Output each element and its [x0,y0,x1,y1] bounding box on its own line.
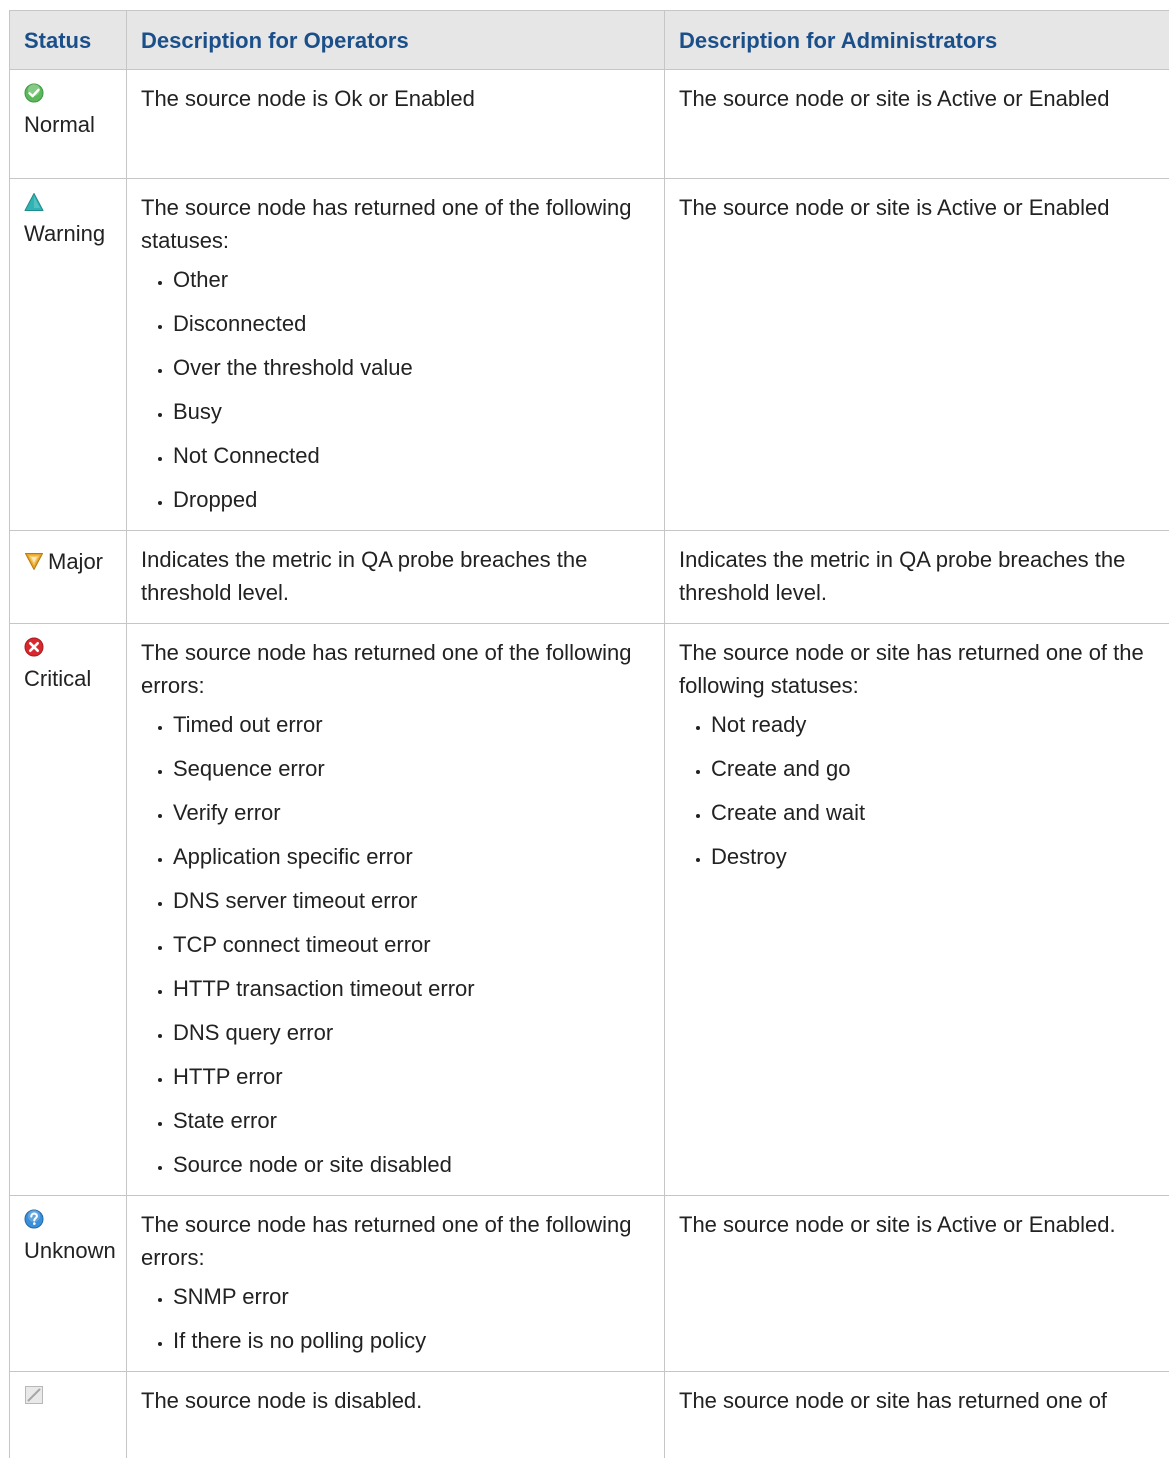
table-row: Critical The source node has returned on… [10,624,1169,1196]
disabled-slash-icon [24,1385,44,1405]
operators-cell: The source node has returned one of the … [127,179,665,531]
table-row: Warning The source node has returned one… [10,179,1169,531]
list-item: Other [173,263,650,296]
list-item: Verify error [173,796,650,829]
list-item: Not Connected [173,439,650,472]
warning-triangle-icon [24,192,44,212]
list-item: Destroy [711,840,1169,873]
operators-text: Indicates the metric in QA probe breache… [141,543,650,609]
list-item: Dropped [173,483,650,516]
operators-list: Timed out error Sequence error Verify er… [141,708,650,1181]
list-item: HTTP transaction timeout error [173,972,650,1005]
list-item: Over the threshold value [173,351,650,384]
list-item: Sequence error [173,752,650,785]
status-label: Critical [24,662,122,695]
list-item: Timed out error [173,708,650,741]
administrators-text: The source node or site has returned one… [679,1384,1169,1417]
list-item: Disconnected [173,307,650,340]
operators-text: The source node has returned one of the … [141,1208,650,1274]
list-item: Busy [173,395,650,428]
operators-cell: The source node is disabled. [127,1372,665,1458]
status-label: Unknown [24,1234,122,1267]
status-cell [10,1372,127,1458]
list-item: State error [173,1104,650,1137]
list-item: HTTP error [173,1060,650,1093]
operators-text: The source node is disabled. [141,1384,650,1417]
status-cell: Major [10,531,127,624]
status-cell: Critical [10,624,127,1196]
table-row: Major Indicates the metric in QA probe b… [10,531,1169,624]
normal-check-icon [24,83,44,103]
table-row: Normal The source node is Ok or Enabled … [10,70,1169,179]
table-row: The source node is disabled. The source … [10,1372,1169,1458]
list-item: If there is no polling policy [173,1324,650,1357]
operators-cell: The source node is Ok or Enabled [127,70,665,179]
status-label: Normal [24,108,122,141]
operators-cell: The source node has returned one of the … [127,1196,665,1372]
header-status: Status [10,11,127,70]
list-item: Application specific error [173,840,650,873]
table-row: Unknown The source node has returned one… [10,1196,1169,1372]
administrators-list: Not ready Create and go Create and wait … [679,708,1169,873]
operators-cell: The source node has returned one of the … [127,624,665,1196]
status-cell: Normal [10,70,127,179]
header-operators: Description for Operators [127,11,665,70]
administrators-text: The source node or site is Active or Ena… [679,82,1169,115]
administrators-cell: Indicates the metric in QA probe breache… [665,531,1169,624]
list-item: Create and go [711,752,1169,785]
administrators-text: The source node or site is Active or Ena… [679,191,1169,224]
administrators-cell: The source node or site is Active or Ena… [665,179,1169,531]
administrators-cell: The source node or site has returned one… [665,1372,1169,1458]
status-label: Warning [24,217,122,250]
administrators-text: Indicates the metric in QA probe breache… [679,543,1169,609]
list-item: Not ready [711,708,1169,741]
list-item: Create and wait [711,796,1169,829]
operators-text: The source node is Ok or Enabled [141,82,650,115]
administrators-text: The source node or site has returned one… [679,636,1169,702]
status-table: Status Description for Operators Descrip… [9,10,1169,1458]
operators-text: The source node has returned one of the … [141,191,650,257]
administrators-cell: The source node or site is Active or Ena… [665,1196,1169,1372]
operators-list: Other Disconnected Over the threshold va… [141,263,650,516]
header-administrators: Description for Administrators [665,11,1169,70]
operators-cell: Indicates the metric in QA probe breache… [127,531,665,624]
administrators-text: The source node or site is Active or Ena… [679,1208,1169,1241]
list-item: DNS server timeout error [173,884,650,917]
administrators-cell: The source node or site is Active or Ena… [665,70,1169,179]
status-label: Major [48,545,103,578]
list-item: Source node or site disabled [173,1148,650,1181]
operators-list: SNMP error If there is no polling policy [141,1280,650,1357]
list-item: SNMP error [173,1280,650,1313]
status-cell: Unknown [10,1196,127,1372]
list-item: TCP connect timeout error [173,928,650,961]
list-item: DNS query error [173,1016,650,1049]
administrators-cell: The source node or site has returned one… [665,624,1169,1196]
operators-text: The source node has returned one of the … [141,636,650,702]
critical-x-icon [24,637,44,657]
status-cell: Warning [10,179,127,531]
unknown-question-icon [24,1209,44,1229]
header-row: Status Description for Operators Descrip… [10,11,1169,70]
major-shield-icon [24,551,44,571]
